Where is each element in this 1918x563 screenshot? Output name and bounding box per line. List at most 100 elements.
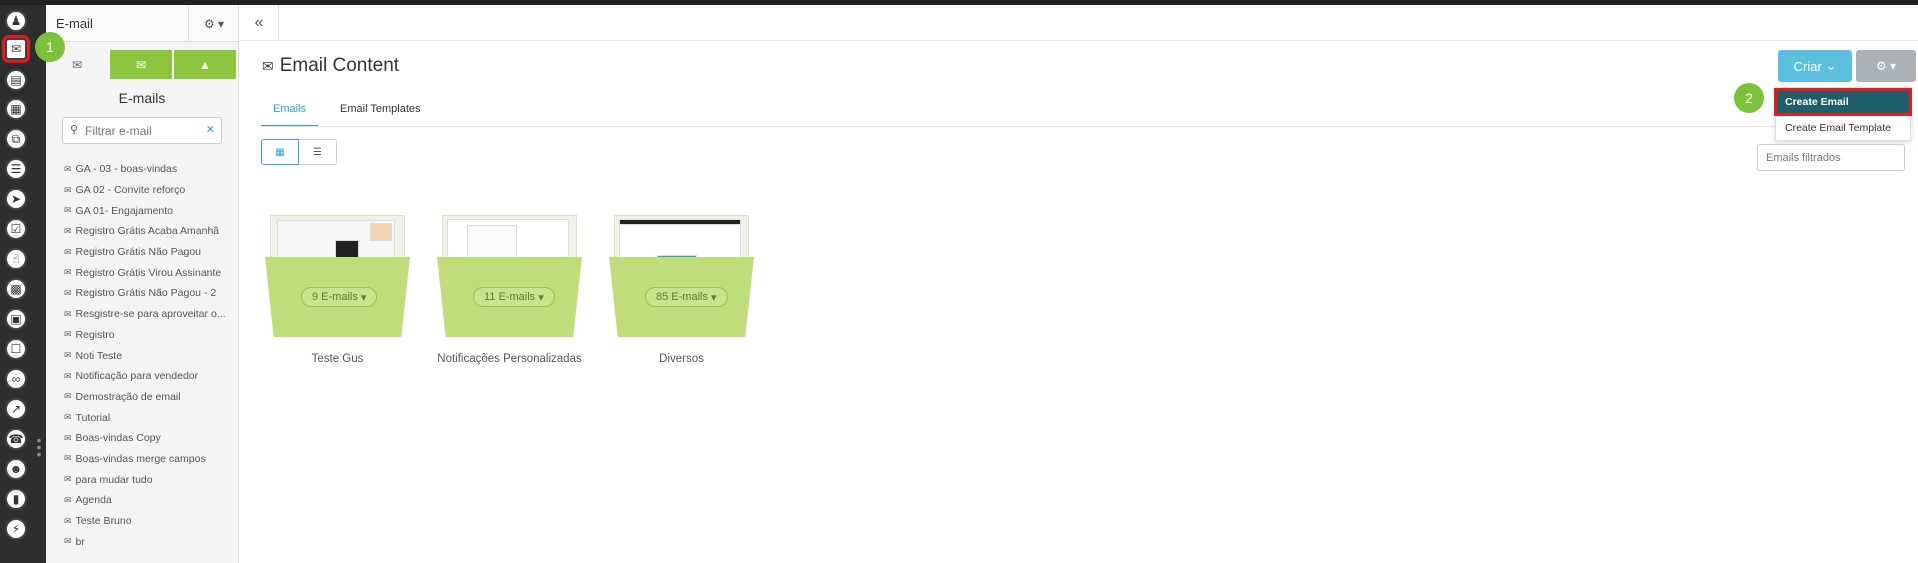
- caret-down-icon: ▾: [711, 291, 717, 304]
- tab-tests[interactable]: ▲: [174, 50, 238, 79]
- list-item[interactable]: ✉ Registro: [64, 325, 238, 346]
- grid-view-button[interactable]: ▦: [261, 139, 299, 165]
- list-item[interactable]: ✉ para mudar tudo: [64, 469, 238, 490]
- tab-campaigns[interactable]: ✉: [110, 50, 174, 79]
- sidebar-settings-button[interactable]: ⚙ ▾: [188, 5, 239, 42]
- grid-icon: ▦: [275, 146, 285, 158]
- email-icon[interactable]: ✉: [2, 35, 30, 63]
- thumbs-up-icon[interactable]: ☝: [5, 248, 27, 270]
- settings-dropdown-button[interactable]: ⚙ ▾: [1856, 50, 1916, 82]
- sidebar: E-mail ⚙ ▾ ✉ ✉ ▲ E-mails ⚲ ✕ ✉GA - 03 - …: [46, 5, 239, 563]
- gear-icon: ⚙ ▾: [1875, 59, 1897, 73]
- envelope-icon: ✉: [64, 494, 72, 505]
- list-item[interactable]: ✉ Demostração de email: [64, 387, 238, 408]
- envelope-icon: ✉: [64, 474, 72, 485]
- list-item[interactable]: ✉ GA 02 - Convite reforço: [64, 180, 238, 201]
- list-item[interactable]: ✉ Agenda: [64, 490, 238, 511]
- envelope-icon: ✉: [64, 287, 72, 298]
- add-user-icon[interactable]: ☻: [5, 458, 27, 480]
- rail-resize-handle[interactable]: • • •: [36, 433, 42, 461]
- list-item[interactable]: ✉ Registro Grátis Não Pagou - 2: [64, 283, 238, 304]
- list-item[interactable]: ✉ Registro Grátis Virou Assinante: [64, 262, 238, 283]
- tabs-divider: [261, 126, 1898, 127]
- envelope-icon: ✉: [64, 205, 72, 216]
- app-icon-rail: ♟ ✉ ▤ ▦ ⧉ ☰ ➤ ☑ ☝ ▩ ▣ ☐ ∞ ↗ ☎ ☻ ▮ ⚡ • • •: [0, 5, 46, 563]
- list-item[interactable]: ✉ Registro Grátis Não Pagou: [64, 242, 238, 263]
- bar-chart-icon[interactable]: ▮: [5, 488, 27, 510]
- chart-icon[interactable]: ↗: [5, 398, 27, 420]
- email-thumbnail: [370, 223, 392, 241]
- folder-name: Diversos: [659, 353, 704, 365]
- folder[interactable]: 11 E-mails ▾ Notificações Personalizadas: [437, 215, 582, 365]
- tab-email-templates[interactable]: Email Templates: [328, 95, 433, 127]
- folder-count-badge[interactable]: 11 E-mails ▾: [473, 287, 555, 307]
- envelope-icon: ✉: [64, 412, 72, 423]
- envelope-icon: ✉: [64, 225, 72, 236]
- folder-graphic: 11 E-mails ▾: [437, 215, 582, 337]
- envelope-icon: ✉: [64, 308, 72, 319]
- envelope-icon: ✉: [64, 350, 72, 361]
- list-view-button[interactable]: ☰: [299, 139, 337, 165]
- handshake-icon[interactable]: ∞: [5, 368, 27, 390]
- list-item[interactable]: ✉ br: [64, 531, 238, 552]
- envelope-icon: ✉: [71, 57, 83, 72]
- calendar-icon[interactable]: ☐: [5, 338, 27, 360]
- image-icon[interactable]: ▣: [5, 308, 27, 330]
- criar-button[interactable]: Criar ⌄: [1778, 50, 1852, 82]
- list-item[interactable]: ✉ Resgistre-se para aproveitar o...: [64, 304, 238, 325]
- clipboard-icon[interactable]: ▤: [5, 69, 27, 91]
- envelope-icon: ✉: [64, 184, 72, 195]
- map-icon[interactable]: ▦: [5, 98, 27, 120]
- folder-name: Notificações Personalizadas: [437, 353, 582, 365]
- envelope-icon: ✉: [64, 329, 72, 340]
- create-email-template-menu-item[interactable]: Create Email Template: [1776, 116, 1910, 140]
- page-title: ✉ Email Content: [262, 55, 400, 76]
- list-item[interactable]: ✉ Tutorial: [64, 407, 238, 428]
- content-tabs: Emails Email Templates: [261, 95, 443, 127]
- email-thumbnail: [619, 219, 741, 225]
- folder[interactable]: 85 E-mails ▾ Diversos: [609, 215, 754, 365]
- step-badge-1: 1: [35, 32, 65, 62]
- list-item[interactable]: ✉ Teste Bruno: [64, 511, 238, 532]
- step-badge-2: 2: [1734, 83, 1764, 113]
- collapse-sidebar-button[interactable]: «: [240, 5, 279, 41]
- list-item[interactable]: ✉ GA - 03 - boas-vindas: [64, 159, 238, 180]
- folder-graphic: 9 E-mails ▾: [265, 215, 410, 337]
- email-list: ✉ GA - 03 - boas-vindas ✉ GA 02 - Convite …: [46, 159, 238, 552]
- sidebar-header-title: E-mail: [56, 15, 93, 31]
- envelope-icon: ✉: [64, 246, 72, 257]
- megaphone-icon[interactable]: ➤: [5, 188, 27, 210]
- form-icon[interactable]: ☑: [5, 218, 27, 240]
- envelope-icon: ✉: [64, 515, 72, 526]
- workflow-icon[interactable]: ⧉: [5, 128, 27, 150]
- list-item[interactable]: ✉ Notificação para vendedor: [64, 366, 238, 387]
- folder-graphic: 85 E-mails ▾: [609, 215, 754, 337]
- headset-icon[interactable]: ☎: [5, 428, 27, 450]
- list-item[interactable]: ✉ Boas-vindas merge campos: [64, 449, 238, 470]
- email-filter-input[interactable]: [63, 118, 203, 143]
- clear-icon[interactable]: ✕: [206, 123, 215, 136]
- main-toolbar: «: [240, 5, 1918, 41]
- create-email-menu-item[interactable]: Create Email: [1774, 88, 1912, 116]
- view-toggle: ▦ ☰: [261, 139, 337, 165]
- list-icon[interactable]: ☰: [5, 158, 27, 180]
- plug-icon[interactable]: ⚡: [5, 518, 27, 540]
- list-icon: ☰: [313, 146, 322, 158]
- tab-emails[interactable]: Emails: [261, 95, 319, 127]
- envelope-icon: ✉: [64, 432, 72, 443]
- folder-count-badge[interactable]: 85 E-mails ▾: [645, 287, 728, 307]
- list-item[interactable]: ✉ GA 01- Engajamento: [64, 200, 238, 221]
- emails-filter-input[interactable]: [1757, 144, 1905, 171]
- envelope-icon: ✉: [64, 163, 72, 174]
- caret-down-icon: ▾: [360, 291, 367, 304]
- folder[interactable]: 9 E-mails ▾ Teste Gus: [265, 215, 410, 365]
- list-item[interactable]: ✉ Noti Teste: [64, 345, 238, 366]
- list-item[interactable]: ✉ Registro Grátis Acaba Amanhã: [64, 221, 238, 242]
- calendar-grid-icon[interactable]: ▩: [5, 278, 27, 300]
- folder-name: Teste Gus: [311, 353, 364, 365]
- contacts-icon[interactable]: ♟: [5, 10, 27, 32]
- double-chevron-left-icon: «: [254, 14, 264, 31]
- folder-count-badge[interactable]: 9 E-mails ▾: [301, 287, 378, 307]
- flask-icon: ▲: [199, 57, 211, 72]
- list-item[interactable]: ✉ Boas-vindas Copy: [64, 428, 238, 449]
